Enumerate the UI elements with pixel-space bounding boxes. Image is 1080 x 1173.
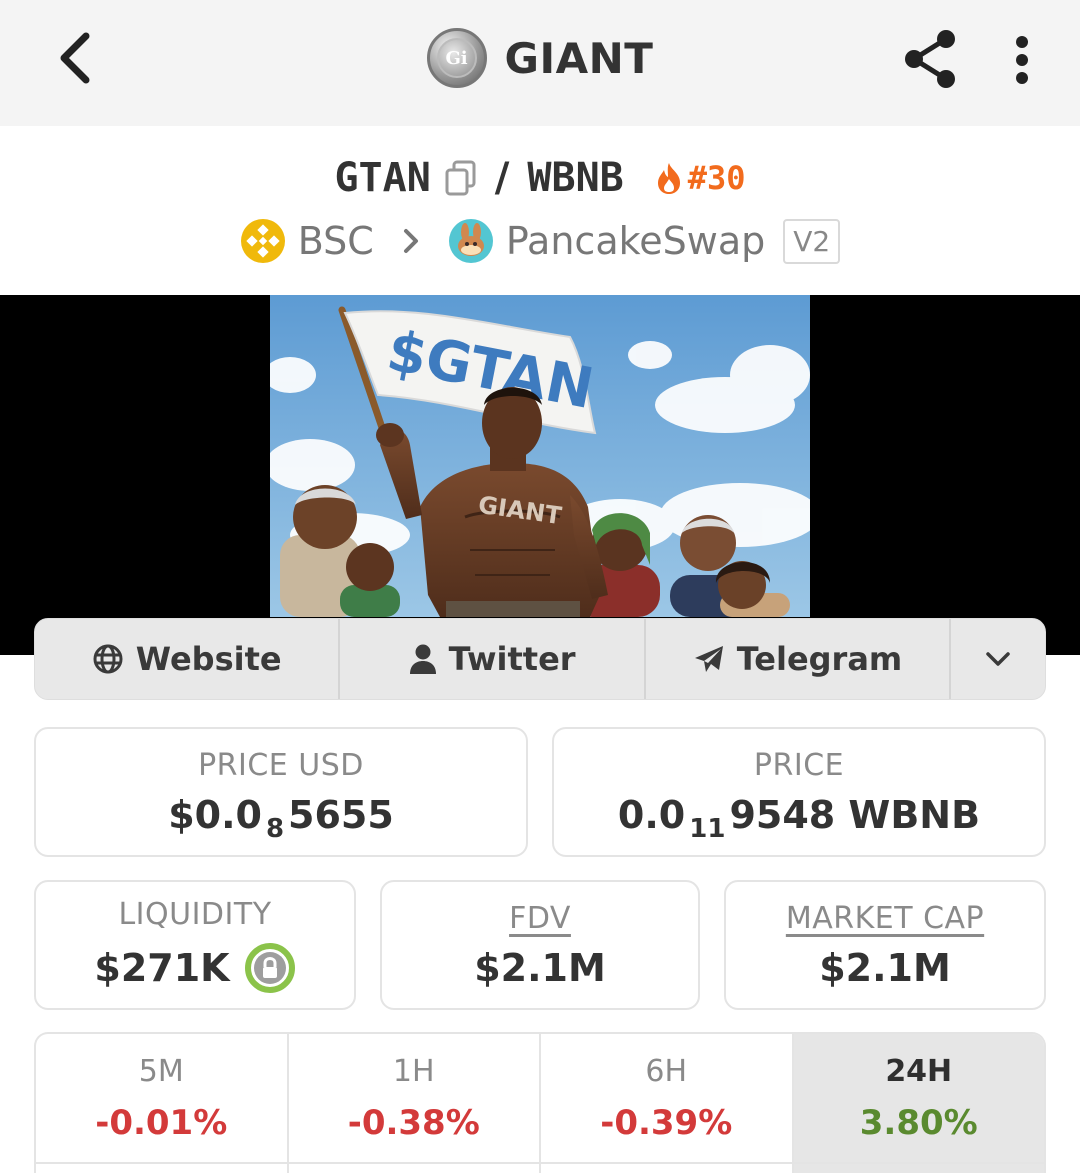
pair-header: GTAN / WBNB #30	[0, 150, 1080, 206]
paper-plane-icon	[694, 646, 723, 672]
copy-icon[interactable]	[441, 158, 481, 198]
base-token-symbol: GTAN	[334, 155, 431, 201]
price-native-prefix: 0.0	[617, 792, 686, 837]
trending-rank-badge[interactable]: #30	[654, 159, 746, 197]
fdv-label[interactable]: FDV	[509, 901, 571, 936]
token-banner: $GTAN GIANT	[0, 295, 1080, 655]
tab-1h-label: 1H	[392, 1054, 435, 1089]
chain-breadcrumb: BSC PancakeSwap V2	[0, 214, 1080, 268]
flame-icon	[657, 163, 680, 194]
app-bar: Gi GIANT	[0, 0, 1080, 126]
market-cap-label[interactable]: MARKET CAP	[786, 901, 984, 936]
pair-separator: /	[494, 155, 510, 201]
tab-6h-label: 6H	[645, 1054, 688, 1089]
market-cap-card[interactable]: MARKET CAP $2.1M	[724, 880, 1046, 1010]
website-link[interactable]: Website	[35, 619, 341, 699]
liquidity-label: LIQUIDITY	[118, 896, 272, 932]
tab-24h-label: 24H	[885, 1054, 953, 1089]
twitter-label: Twitter	[448, 640, 576, 678]
price-native-value: 0.0 11 9548 WBNB	[617, 792, 981, 844]
price-usd-prefix: $0.0	[168, 792, 262, 837]
quote-token-symbol: WBNB	[527, 155, 624, 201]
telegram-label: Telegram	[736, 640, 903, 678]
fdv-value: $2.1M	[474, 945, 606, 990]
dex-version-badge: V2	[783, 218, 841, 264]
tab-5m-label: 5M	[138, 1054, 184, 1089]
tab-24h-value: 3.80%	[859, 1103, 978, 1143]
twitter-link[interactable]: Twitter	[340, 619, 646, 699]
dex-name[interactable]: PancakeSwap	[506, 219, 765, 263]
share-icon	[905, 30, 955, 88]
price-native-card: PRICE 0.0 11 9548 WBNB	[552, 727, 1046, 857]
market-cap-value: $2.1M	[819, 945, 951, 990]
price-change-tabs: 5M -0.01% 1H -0.38% 6H -0.39% 24H 3.80%	[34, 1032, 1046, 1173]
tab-6h-value: -0.39%	[600, 1103, 733, 1143]
price-usd-zero-count: 8	[265, 813, 285, 844]
pancakeswap-icon	[448, 219, 493, 263]
token-logo: Gi	[426, 28, 487, 88]
price-usd-card: PRICE USD $0.0 8 5655	[34, 727, 528, 857]
price-usd-label: PRICE USD	[198, 747, 364, 783]
globe-icon	[93, 644, 123, 674]
banner-image: $GTAN GIANT	[270, 295, 810, 617]
liquidity-value: $271K	[94, 945, 230, 990]
price-native-digits: 9548 WBNB	[729, 792, 981, 837]
tab-6h[interactable]: 6H -0.39%	[541, 1034, 794, 1173]
price-usd-value: $0.0 8 5655	[168, 792, 394, 844]
tab-24h[interactable]: 24H 3.80%	[793, 1034, 1044, 1173]
fdv-card[interactable]: FDV $2.1M	[380, 880, 700, 1010]
bnb-chain-icon	[240, 219, 285, 263]
tab-1h-value: -0.38%	[347, 1103, 480, 1143]
tab-1h[interactable]: 1H -0.38%	[289, 1034, 541, 1173]
telegram-link[interactable]: Telegram	[646, 619, 952, 699]
token-logo-mark: Gi	[436, 38, 477, 78]
page-title: GIANT	[504, 33, 654, 83]
tab-5m[interactable]: 5M -0.01%	[36, 1034, 289, 1173]
social-links-bar: Website Twitter Telegram	[34, 618, 1046, 700]
liquidity-lock-icon[interactable]	[244, 942, 296, 994]
price-native-zero-count: 11	[689, 813, 726, 844]
share-button[interactable]	[898, 26, 962, 92]
tab-5m-value: -0.01%	[95, 1103, 228, 1143]
liquidity-value-row: $271K	[94, 942, 295, 994]
website-label: Website	[135, 640, 282, 678]
more-options-button[interactable]	[1000, 30, 1044, 90]
more-vertical-icon	[1016, 36, 1028, 84]
chain-name[interactable]: BSC	[298, 219, 374, 263]
tabs-divider	[34, 1162, 1046, 1164]
chevron-right-icon	[403, 229, 418, 253]
user-icon	[409, 644, 436, 674]
chevron-down-icon	[986, 652, 1010, 666]
price-native-label: PRICE	[753, 747, 845, 783]
liquidity-card: LIQUIDITY $271K	[34, 880, 356, 1010]
price-usd-digits: 5655	[288, 792, 394, 837]
more-links-button[interactable]	[951, 619, 1045, 699]
rank-label: #30	[687, 159, 746, 197]
